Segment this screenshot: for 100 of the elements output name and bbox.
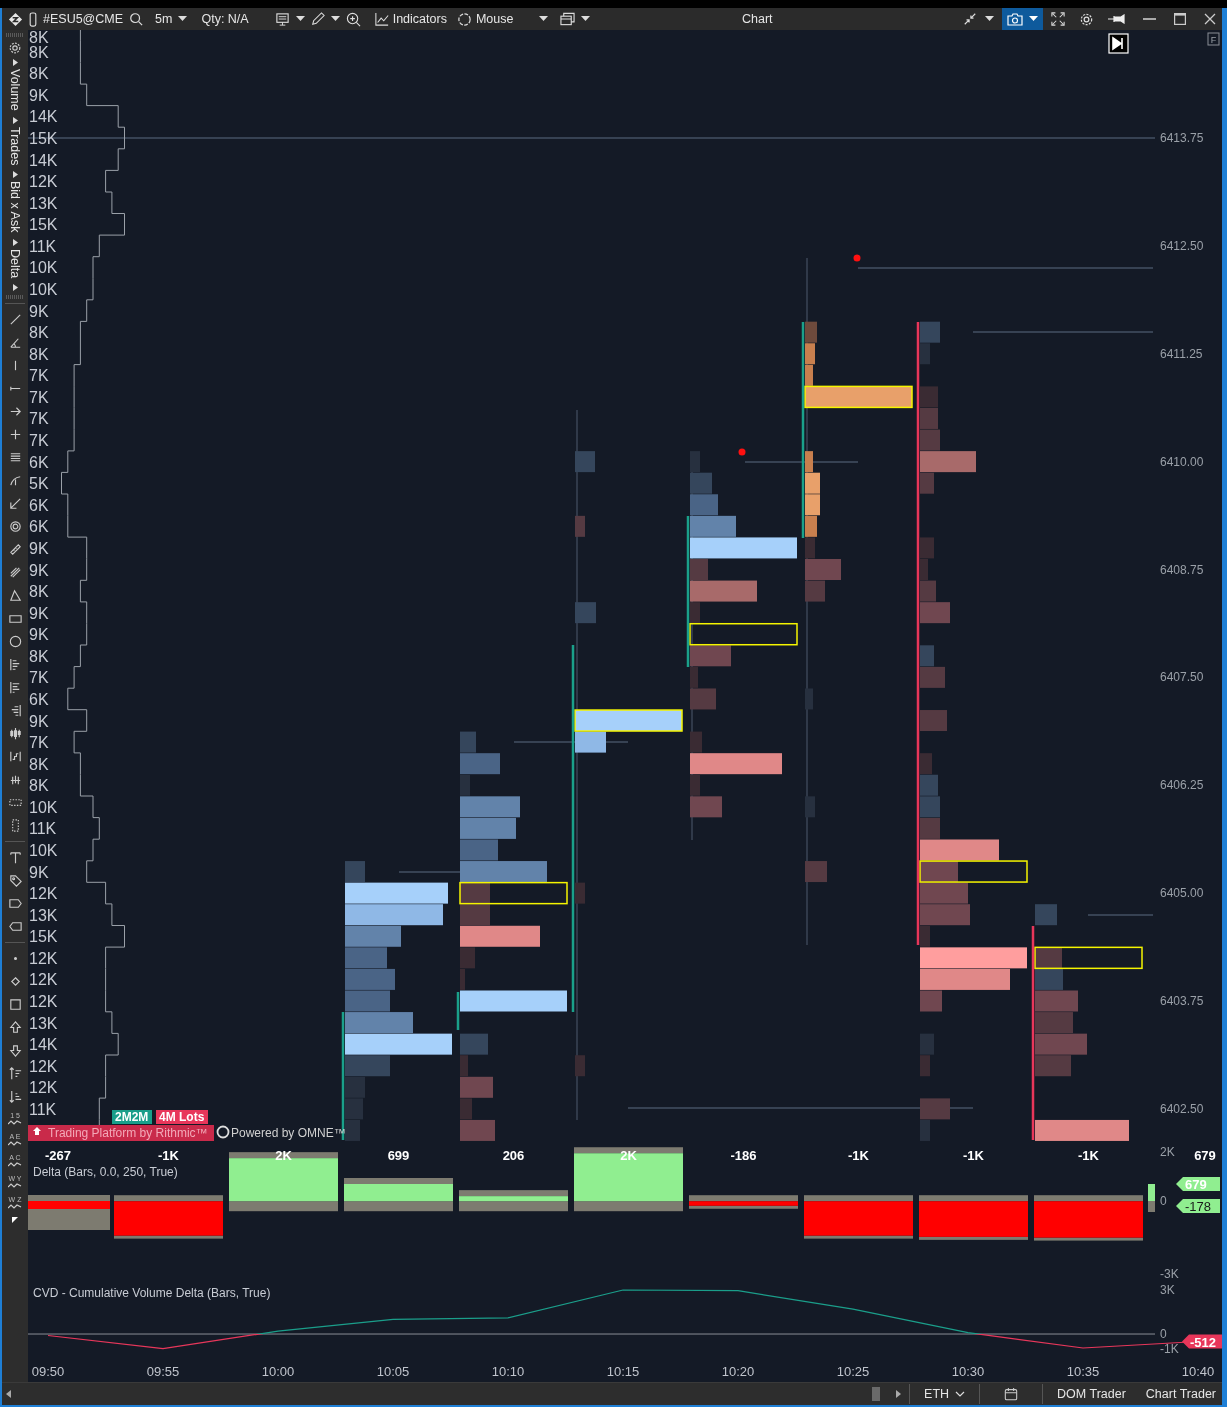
- volume-label: 9K: [29, 712, 49, 730]
- pin-icon[interactable]: [1108, 14, 1125, 24]
- volume-label: 6K: [29, 496, 49, 514]
- volume-total: 4M Lots: [156, 1110, 208, 1124]
- down-arrow-icon[interactable]: [7, 1042, 23, 1058]
- wave-icon: [8, 1182, 22, 1188]
- volume-label: 10K: [29, 259, 58, 277]
- pencil-icon[interactable]: [310, 12, 325, 26]
- volume-label: 12K: [29, 993, 58, 1010]
- price-label: 6410.00: [1160, 454, 1204, 469]
- fullscreen-icon[interactable]: [1051, 12, 1065, 26]
- volume-label: 8K: [29, 583, 49, 601]
- monitor-icon[interactable]: [274, 11, 290, 27]
- expand-arrow-icon[interactable]: [12, 171, 18, 179]
- caret-icon[interactable]: [581, 16, 591, 22]
- caret-icon[interactable]: [985, 16, 994, 22]
- price-label: 6406.25: [1160, 778, 1204, 793]
- volume-label: 9K: [29, 539, 49, 557]
- price-label: 6412.50: [1160, 238, 1204, 253]
- text-tool-icon[interactable]: [7, 849, 23, 865]
- volume-label: 7K: [29, 388, 49, 406]
- search-icon[interactable]: [129, 12, 144, 26]
- crosshair-circle-icon: [456, 11, 472, 27]
- up-arrow-icon[interactable]: [7, 1019, 23, 1035]
- cursor-mode-dropdown[interactable]: Mouse: [456, 11, 514, 27]
- volume-label: 11K: [29, 1100, 57, 1118]
- expand-arrow-icon[interactable]: [12, 283, 18, 291]
- square-icon[interactable]: [7, 996, 23, 1012]
- ruler-icon[interactable]: [7, 541, 23, 557]
- panel-section-tab[interactable]: Delta: [8, 245, 22, 284]
- triangle-icon[interactable]: [7, 587, 23, 603]
- tag-icon[interactable]: [7, 872, 23, 888]
- settings-icon[interactable]: [1079, 11, 1094, 27]
- caret-icon[interactable]: [178, 16, 188, 22]
- corner-triangle-icon[interactable]: [12, 1216, 18, 1223]
- candles-icon[interactable]: [7, 725, 23, 741]
- quantity-label: Qty: N/A: [201, 12, 249, 26]
- spiral-icon[interactable]: [7, 518, 23, 534]
- expand-arrow-icon[interactable]: [12, 59, 18, 66]
- sort-up-icon[interactable]: [7, 1065, 23, 1081]
- wave-icon: [8, 1119, 22, 1125]
- pane-title: Delta (Bars, 0.0, 250, True): [33, 1165, 178, 1179]
- scrollbar-thumb[interactable]: [872, 1387, 881, 1401]
- grip-icon[interactable]: [6, 294, 24, 299]
- volume-label: 7K: [29, 669, 49, 687]
- session-dropdown[interactable]: ETH: [918, 1387, 972, 1401]
- delta-value: 699: [387, 1148, 410, 1163]
- panel-section-tab[interactable]: Trades: [8, 123, 22, 172]
- scroll-right-icon[interactable]: [896, 1390, 902, 1398]
- caret-icon[interactable]: [539, 16, 549, 22]
- value-tag: -512: [1182, 1334, 1222, 1350]
- volume-total: 2M2M: [112, 1110, 152, 1124]
- volume-label: 13K: [29, 194, 58, 212]
- caret-icon: [1029, 16, 1038, 22]
- volume-label: 8K: [29, 65, 49, 83]
- time-label: 10:20: [721, 1364, 755, 1379]
- panel-section-tab[interactable]: Volume: [8, 66, 22, 117]
- delta-value: -1K: [158, 1148, 179, 1163]
- scroll-left-icon[interactable]: [6, 1390, 11, 1398]
- windows-icon[interactable]: [560, 12, 576, 26]
- symbol-selector[interactable]: #ESU5@CME: [43, 12, 124, 26]
- volume-label: 11K: [29, 820, 57, 838]
- omne-logo-icon: [216, 1125, 230, 1139]
- collapse-icon[interactable]: [963, 12, 977, 26]
- delta-value: 679: [1194, 1148, 1216, 1163]
- minimize-icon[interactable]: [1143, 17, 1156, 21]
- indicators-button[interactable]: Indicators: [374, 12, 447, 26]
- grip-icon[interactable]: [6, 33, 24, 37]
- close-icon[interactable]: [1204, 13, 1216, 25]
- zoom-in-icon[interactable]: [345, 11, 361, 27]
- expand-arrow-icon[interactable]: [12, 116, 18, 124]
- level-line: [398, 871, 461, 873]
- volume-label: 6K: [29, 690, 49, 708]
- volume-label: 13K: [29, 906, 58, 924]
- caret-icon[interactable]: [295, 16, 305, 22]
- time-label: 10:25: [836, 1364, 870, 1379]
- settings-icon[interactable]: [8, 41, 22, 55]
- axis-label: -3K: [1160, 1267, 1179, 1281]
- interval-dropdown[interactable]: 5m: [155, 12, 173, 26]
- window-title: Chart: [742, 12, 773, 26]
- f-button[interactable]: F: [1207, 32, 1220, 46]
- volume-label: 9K: [29, 86, 49, 104]
- price-label: 6413.75: [1160, 131, 1204, 145]
- sort-down-icon[interactable]: [7, 1088, 23, 1104]
- panel-toggle-button[interactable]: DOM Trader: [1051, 1387, 1132, 1401]
- screenshot-button[interactable]: [1002, 8, 1043, 30]
- delta-value: -1K: [848, 1148, 869, 1163]
- maximize-icon[interactable]: [1174, 13, 1186, 25]
- volume-label: 12K: [29, 1079, 58, 1097]
- jump-to-end-button[interactable]: [1108, 33, 1129, 54]
- panel-section-tab[interactable]: Bid x Ask: [8, 178, 22, 239]
- volume-label: 15K: [29, 928, 58, 946]
- caret-icon[interactable]: [330, 16, 340, 22]
- phone-icon[interactable]: [29, 11, 37, 27]
- chevron-down-icon: [955, 1391, 966, 1397]
- volume-label: 10K: [29, 841, 58, 859]
- logo-icon[interactable]: [8, 11, 23, 27]
- expand-arrow-icon[interactable]: [12, 238, 18, 246]
- calendar-icon[interactable]: [1004, 1387, 1019, 1401]
- panel-toggle-button[interactable]: Chart Trader: [1139, 1387, 1222, 1401]
